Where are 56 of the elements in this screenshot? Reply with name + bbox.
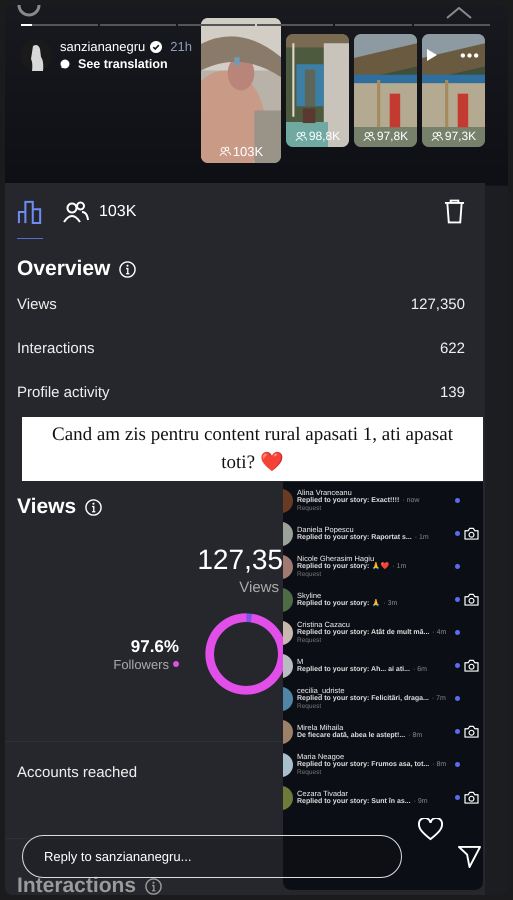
metric-label: Profile activity xyxy=(17,384,110,400)
bubble-icon xyxy=(60,59,70,69)
post-time: 21h xyxy=(170,39,192,54)
unread-dot xyxy=(455,663,460,668)
username[interactable]: sanziananegru xyxy=(60,39,146,54)
metric-label: Accounts reached xyxy=(17,764,138,780)
unread-dot xyxy=(455,795,460,800)
unread-dot xyxy=(455,762,460,767)
camera-icon[interactable] xyxy=(464,593,479,606)
camera-icon[interactable] xyxy=(464,527,479,540)
unread-dot xyxy=(455,696,460,701)
unread-dot xyxy=(455,597,460,602)
people-icon xyxy=(63,200,89,224)
people-icon xyxy=(362,130,375,142)
play-icon[interactable] xyxy=(426,48,438,62)
unread-dot xyxy=(455,564,460,569)
views-total: 127,35 xyxy=(197,546,283,574)
reply-field[interactable]: Reply to sanziananegru... xyxy=(22,835,402,878)
metric-value: 139 xyxy=(440,384,465,400)
info-icon[interactable] xyxy=(145,878,162,894)
story-thumbnail[interactable]: 97,3K xyxy=(422,34,485,147)
unread-dot xyxy=(455,630,460,635)
heart-icon[interactable] xyxy=(418,818,443,841)
followers-percentage: 97.6% xyxy=(130,636,179,656)
chevron-up-icon[interactable] xyxy=(446,7,472,19)
arc-icon xyxy=(17,5,41,19)
metric-value: 622 xyxy=(440,340,465,356)
camera-icon[interactable] xyxy=(464,659,479,672)
legend-dot xyxy=(173,661,179,667)
trash-icon[interactable] xyxy=(444,198,465,224)
metric-value: 127,350 xyxy=(410,296,465,312)
viewer-count: 97,8K xyxy=(376,129,408,143)
see-translation-link[interactable]: See translation xyxy=(78,57,168,71)
metric-label: Interactions xyxy=(17,340,95,356)
camera-icon[interactable] xyxy=(464,791,479,804)
views-label: Views xyxy=(239,580,279,595)
caption-text: Cand am zis pentru content rural apasati 1, ati apasat toti? ❤ xyxy=(22,417,483,481)
insights-tab[interactable]: 103K xyxy=(63,183,136,239)
story-thumbnail[interactable]: 97,8K xyxy=(354,34,417,147)
section-heading: Views xyxy=(17,495,76,519)
unread-dot xyxy=(455,729,460,734)
more-icon[interactable] xyxy=(460,53,479,58)
viewer-count: 97,3K xyxy=(444,129,476,143)
unread-dot xyxy=(455,531,460,536)
send-icon[interactable] xyxy=(458,845,481,868)
avatar[interactable] xyxy=(20,39,52,71)
metric-label: Views xyxy=(17,296,57,312)
viewer-count: 103K xyxy=(232,144,264,159)
section-heading: Overview xyxy=(17,257,110,281)
bar-chart-icon xyxy=(17,200,43,224)
people-icon xyxy=(430,130,443,142)
unread-dot xyxy=(455,498,460,503)
legend-label: Followers xyxy=(113,656,169,672)
people-icon xyxy=(294,130,307,142)
camera-icon[interactable] xyxy=(464,725,479,738)
people-icon xyxy=(218,146,231,157)
